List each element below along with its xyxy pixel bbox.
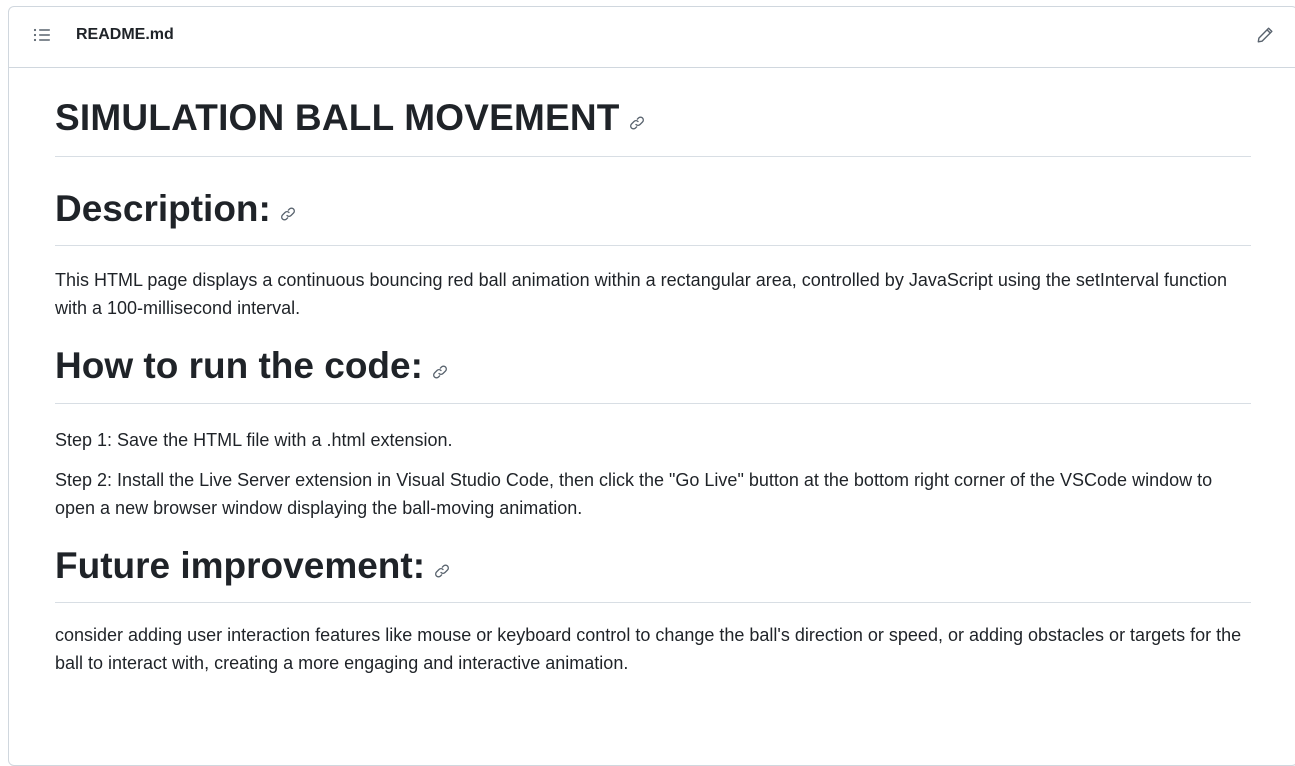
link-icon[interactable] bbox=[431, 347, 449, 391]
heading-text: How to run the code: bbox=[55, 345, 423, 387]
readme-content: SIMULATION BALL MOVEMENT Description: Th… bbox=[55, 68, 1251, 677]
readme-panel: README.md SIMULATION BALL MOVEMENT Descr… bbox=[8, 6, 1295, 766]
step-1-paragraph: Step 1: Save the HTML file with a .html … bbox=[55, 429, 453, 450]
pencil-icon bbox=[1256, 26, 1274, 49]
step-2-paragraph: Step 2: Install the Live Server extensio… bbox=[55, 469, 1213, 518]
description-paragraph: This HTML page displays a continuous bou… bbox=[55, 270, 1227, 319]
readme-header: README.md bbox=[9, 7, 1295, 68]
heading-text: Future improvement: bbox=[55, 544, 426, 586]
outline-button[interactable] bbox=[29, 25, 55, 49]
title-text: SIMULATION BALL MOVEMENT bbox=[55, 97, 620, 138]
heading-text: Description: bbox=[55, 188, 271, 230]
edit-file-button[interactable] bbox=[1251, 23, 1279, 51]
list-unordered-icon bbox=[33, 27, 51, 48]
future-improvement-paragraph: consider adding user interaction feature… bbox=[55, 624, 1242, 673]
file-name[interactable]: README.md bbox=[76, 26, 174, 44]
section-heading-future-improvement: Future improvement: bbox=[55, 544, 1251, 603]
page-title: SIMULATION BALL MOVEMENT bbox=[55, 68, 1251, 158]
section-heading-description: Description: bbox=[55, 187, 1251, 247]
link-icon[interactable] bbox=[433, 546, 451, 590]
link-icon[interactable] bbox=[628, 98, 646, 142]
link-icon[interactable] bbox=[279, 189, 297, 233]
section-heading-how-to-run: How to run the code: bbox=[55, 344, 1251, 404]
